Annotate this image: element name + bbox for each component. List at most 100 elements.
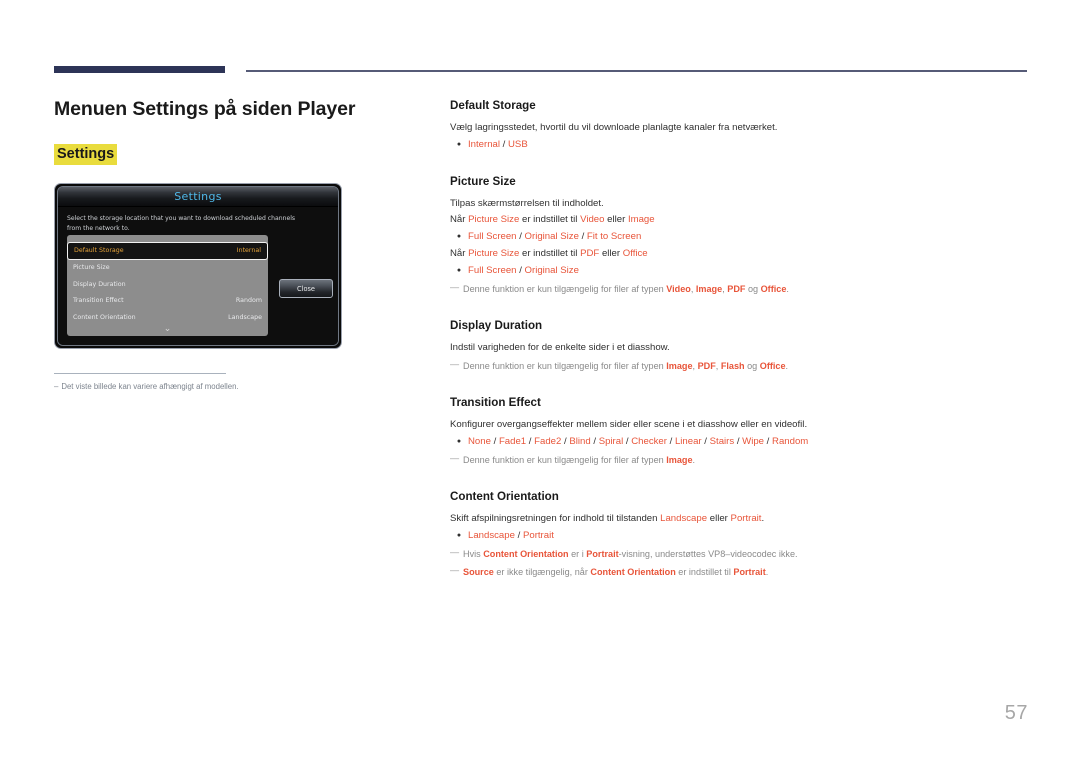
text-run: . — [761, 513, 765, 524]
bullet-text: Full Screen / Original Size — [468, 263, 579, 279]
text-run: er i — [568, 549, 587, 559]
highlighted-term: Picture Size — [468, 248, 520, 259]
highlighted-term: Linear — [674, 436, 702, 447]
highlighted-term: Office — [760, 284, 787, 294]
tv-menu-row[interactable]: Transition Effect Random — [67, 293, 268, 310]
note-text: Source er ikke tilgængelig, når Content … — [463, 565, 768, 580]
tv-menu-row-value: Internal — [236, 247, 261, 255]
paragraph: Når Picture Size er indstillet til PDF e… — [450, 246, 1030, 262]
paragraph: Skift afspilningsretningen for indhold t… — [450, 511, 1030, 527]
section-picture-size: Picture Size Tilpas skærmstørrelsen til i… — [450, 174, 1030, 297]
tv-settings-list[interactable]: Default Storage Internal Picture Size Displ… — [67, 235, 268, 336]
note-item: — Source er ikke tilgængelig, når Content… — [450, 565, 1030, 580]
text-run: Denne funktion er kun tilgængelig for fi… — [463, 455, 667, 465]
highlighted-term: Image — [627, 214, 655, 225]
tv-dialog-description: Select the storage location that you wan… — [67, 215, 296, 232]
note-text: Denne funktion er kun tilgængelig for fi… — [463, 453, 695, 468]
bullet-item: ● Full Screen / Original Size / Fit to Sc… — [450, 229, 1030, 245]
note-dash-icon: — — [450, 547, 460, 557]
highlighted-term: USB — [508, 139, 528, 150]
text-run: Indstil varigheden for de enkelte sider … — [450, 342, 670, 353]
bullet-item: ● Landscape / Portrait — [450, 528, 1030, 544]
bullet-text: Landscape / Portrait — [468, 528, 554, 544]
text-run: / — [514, 530, 523, 541]
text-run: er indstillet til — [519, 248, 581, 259]
section-title: Picture Size — [450, 175, 516, 188]
highlighted-term: Flash — [720, 361, 745, 371]
highlighted-term: Original Size — [524, 231, 579, 242]
text-run: Når — [450, 214, 469, 225]
bullet-item: ● None / Fade1 / Fade2 / Blind / Spiral /… — [450, 434, 1030, 450]
paragraph: Tilpas skærmstørrelsen til indholdet. — [450, 196, 1030, 212]
tv-close-button[interactable]: Close — [279, 279, 333, 298]
tv-dialog-body: Select the storage location that you wan… — [58, 207, 338, 345]
bullet-text: None / Fade1 / Fade2 / Blind / Spiral / … — [468, 434, 808, 450]
note-text: Denne funktion er kun tilgængelig for fi… — [463, 359, 788, 374]
highlighted-term: Fade2 — [534, 436, 562, 447]
tv-dialog-title: Settings — [174, 190, 222, 203]
section-default-storage: Default Storage Vælg lagringsstedet, hvor… — [450, 98, 1030, 153]
text-run: og — [744, 361, 760, 371]
note-dash-icon: — — [450, 282, 460, 292]
highlighted-term: Image — [666, 361, 693, 371]
text-run: Hvis — [463, 549, 484, 559]
text-run: og — [745, 284, 761, 294]
tv-menu-row[interactable]: Picture Size — [67, 260, 268, 277]
section-title: Content Orientation — [450, 490, 559, 503]
tv-menu-row-label: Picture Size — [73, 264, 110, 272]
text-run: Denne funktion er kun tilgængelig for fi… — [463, 284, 667, 294]
highlighted-term: Content Orientation — [483, 549, 569, 559]
highlighted-term: Internal — [468, 139, 500, 150]
highlighted-term: Blind — [569, 436, 591, 447]
caption-dash: – — [54, 382, 59, 391]
bullet-dot-icon: ● — [456, 267, 462, 274]
tv-menu-row-label: Default Storage — [74, 247, 124, 255]
tv-dialog-titlebar: Settings — [58, 187, 338, 207]
text-run: / — [666, 436, 675, 447]
text-run: Tilpas skærmstørrelsen til indholdet. — [450, 198, 604, 209]
page-number: 57 — [1004, 702, 1028, 724]
tv-menu-row-value: Random — [235, 297, 262, 305]
tv-menu-row-label: Display Duration — [73, 280, 126, 288]
bullet-text: Full Screen / Original Size / Fit to Scr… — [468, 229, 641, 245]
bullet-text: Internal / USB — [468, 137, 528, 153]
bullet-dot-icon: ● — [456, 438, 462, 445]
highlighted-term: Full Screen — [468, 231, 517, 242]
bullet-item: ● Internal / USB — [450, 137, 1030, 153]
highlighted-term: Picture Size — [468, 214, 520, 225]
text-run: Skift afspilningsretningen for indhold t… — [450, 513, 661, 524]
text-run: eller — [604, 214, 628, 225]
section-title: Default Storage — [450, 99, 536, 112]
text-run: eller — [707, 513, 731, 524]
text-run: / — [734, 436, 743, 447]
right-column: Default Storage Vælg lagringsstedet, hvor… — [450, 98, 1030, 580]
highlighted-term: Original Size — [524, 265, 579, 276]
note-item: — Denne funktion er kun tilgængelig for f… — [450, 282, 1030, 297]
caption-text: Det viste billede kan variere afhængigt … — [61, 382, 239, 391]
note-item: — Denne funktion er kun tilgængelig for f… — [450, 453, 1030, 468]
text-run: / — [701, 436, 710, 447]
note-item: — Hvis Content Orientation er i Portrait-… — [450, 547, 1030, 562]
tv-menu-row[interactable]: Default Storage Internal — [67, 242, 268, 260]
bullet-dot-icon: ● — [456, 233, 462, 240]
text-run: / — [590, 436, 599, 447]
highlighted-term: Landscape — [468, 530, 515, 541]
caption-text-row: – Det viste billede kan variere afhængigt… — [54, 381, 294, 392]
highlighted-term: Spiral — [598, 436, 624, 447]
highlighted-term: PDF — [697, 361, 716, 371]
left-column: Menuen Settings på siden Player Settings… — [54, 96, 424, 392]
page-title: Menuen Settings på siden Player — [54, 98, 356, 120]
page-header-rules — [0, 0, 1080, 90]
highlighted-term: Checker — [631, 436, 667, 447]
note-text: Hvis Content Orientation er i Portrait-v… — [463, 547, 798, 562]
tv-settings-dialog-figure: Settings Select the storage location tha… — [54, 183, 342, 349]
paragraph: Konfigurer overgangseffekter mellem side… — [450, 417, 1030, 433]
tv-menu-row[interactable]: Display Duration — [67, 276, 268, 293]
tv-menu-row-label: Transition Effect — [73, 297, 124, 305]
text-run: . — [785, 361, 789, 371]
text-run: Vælg lagringsstedet, hvortil du vil down… — [450, 122, 778, 133]
tv-menu-row-label: Content Orientation — [73, 314, 136, 322]
text-run: -visning, understøttes VP8–videocodec ik… — [618, 549, 798, 559]
highlighted-term: Image — [666, 455, 693, 465]
chevron-down-icon[interactable]: ⌄ — [67, 325, 268, 334]
